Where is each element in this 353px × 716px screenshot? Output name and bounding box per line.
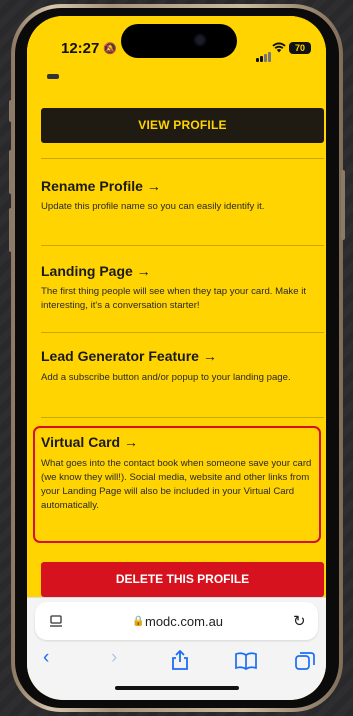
delete-profile-button[interactable]: DELETE THIS PROFILE xyxy=(41,562,324,597)
share-icon[interactable] xyxy=(171,649,189,676)
volume-up-button xyxy=(9,150,13,194)
home-indicator xyxy=(115,686,239,690)
section-divider xyxy=(41,158,324,159)
lock-icon: 🔒 xyxy=(132,616,145,627)
rename-profile-link[interactable]: Rename Profile → xyxy=(41,178,161,194)
wifi-icon xyxy=(272,41,286,56)
bell-muted-icon: 🔕 xyxy=(103,43,117,55)
cropped-content xyxy=(47,74,59,79)
back-icon[interactable]: ‹ xyxy=(43,647,49,669)
dynamic-island xyxy=(121,24,237,58)
status-bar: 12:27 🔕 70 xyxy=(27,16,326,68)
section-divider xyxy=(41,417,324,418)
view-profile-button[interactable]: VIEW PROFILE xyxy=(41,108,324,143)
tabs-icon[interactable] xyxy=(295,652,315,676)
battery-indicator: 70 xyxy=(289,42,311,54)
landing-page-description: The first thing people will see when the… xyxy=(41,286,307,311)
virtual-card-description: What goes into the contact book when som… xyxy=(41,458,312,511)
rename-profile-description: Update this profile name so you can easi… xyxy=(41,201,265,212)
cellular-signal-icon xyxy=(256,44,272,62)
silent-switch xyxy=(9,100,13,122)
virtual-card-link[interactable]: Virtual Card → xyxy=(41,434,138,450)
power-button xyxy=(341,170,345,240)
reload-icon[interactable]: ↻ xyxy=(293,612,306,630)
url-text[interactable]: modc.com.au xyxy=(145,614,223,629)
reader-icon[interactable] xyxy=(49,614,63,631)
section-divider xyxy=(41,245,324,246)
landing-page-link[interactable]: Landing Page → xyxy=(41,263,151,279)
forward-icon: › xyxy=(111,647,118,668)
front-camera xyxy=(194,34,206,46)
volume-down-button xyxy=(9,208,13,252)
lead-generator-description: Add a subscribe button and/or popup to y… xyxy=(41,372,291,383)
lead-generator-link[interactable]: Lead Generator Feature → xyxy=(41,348,217,364)
section-divider xyxy=(41,332,324,333)
bookmarks-icon[interactable] xyxy=(235,652,257,676)
phone-screen: 12:27 🔕 70 VIEW PROFILE Rename Profile →… xyxy=(27,16,326,700)
status-time: 12:27 xyxy=(61,40,100,57)
